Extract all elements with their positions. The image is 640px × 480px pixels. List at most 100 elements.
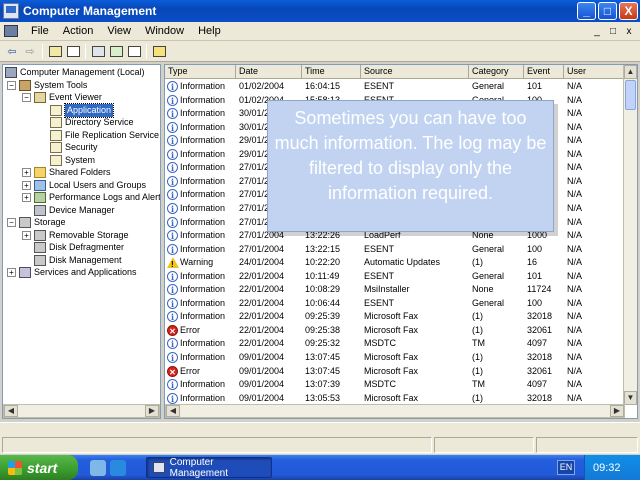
scroll-up-icon[interactable]: ▲ (624, 65, 637, 79)
start-button[interactable]: start (0, 455, 78, 480)
table-row[interactable]: i Information 22/01/2004 10:06:44 ESENT Gener… (165, 297, 625, 311)
show-hide-tree-icon[interactable] (64, 43, 82, 60)
properties-icon[interactable] (89, 43, 107, 60)
cell-type: Information (180, 94, 226, 105)
tree-item-application[interactable]: Application (50, 102, 115, 118)
services-icon (19, 267, 31, 278)
scroll-left-icon[interactable]: ◀ (166, 405, 180, 417)
language-indicator[interactable]: EN (557, 460, 575, 475)
console-tree[interactable]: Computer Management (Local) − System Too… (2, 64, 161, 419)
clock[interactable]: 09:32 (593, 462, 621, 474)
tree-item-directory-service[interactable]: Directory Service (50, 116, 134, 129)
expand-toggle[interactable]: + (7, 268, 16, 277)
table-row[interactable]: i Information 09/01/2004 13:07:39 MSDTC TM 409… (165, 378, 625, 392)
export-list-icon[interactable] (125, 43, 143, 60)
cell-user: N/A (567, 270, 583, 281)
up-folder-icon[interactable] (46, 43, 64, 60)
list-vertical-scrollbar[interactable]: ▲ ▼ (623, 65, 637, 405)
table-row[interactable]: i Information 27/01/2004 13:22:15 ESENT Gener… (165, 243, 625, 257)
tree-item-storage[interactable]: − Storage (7, 216, 66, 229)
cell-user: N/A (567, 202, 583, 213)
close-button[interactable]: X (619, 2, 638, 20)
table-row[interactable]: i Information 09/01/2004 13:07:45 Microsoft … (165, 351, 625, 365)
tree-horizontal-scrollbar[interactable]: ◀ ▶ (3, 404, 160, 418)
back-arrow-icon[interactable]: ⇦ (3, 43, 21, 60)
tree-item-device-manager[interactable]: Device Manager (34, 204, 115, 217)
tree-item-local-users-and-groups[interactable]: + Local Users and Groups (22, 179, 146, 192)
tree-item-system-tools[interactable]: − System Tools (7, 79, 87, 92)
tree-item-disk-defragmenter[interactable]: Disk Defragmenter (34, 241, 124, 254)
tree-item-performance-logs[interactable]: + Performance Logs and Alerts (22, 191, 160, 204)
collapse-toggle[interactable]: − (7, 80, 16, 90)
child-minimize-button[interactable]: _ (590, 25, 604, 37)
menu-help[interactable]: Help (191, 25, 228, 37)
show-desktop-icon[interactable] (90, 459, 106, 476)
refresh-icon[interactable] (107, 43, 125, 60)
table-row[interactable]: ✕ Error 22/01/2004 09:25:38 Microsoft Fax (1)… (165, 324, 625, 338)
cell-type: Information (180, 270, 226, 281)
cell-date: 09/01/2004 (239, 392, 285, 403)
tree-item-computer-management[interactable]: Computer Management (Local) (5, 66, 145, 79)
tree-item-event-viewer[interactable]: − Event Viewer (22, 91, 102, 104)
tree-item-system[interactable]: System (50, 154, 95, 167)
help-icon[interactable] (150, 43, 168, 60)
cell-type: Information (180, 352, 226, 362)
expand-toggle[interactable]: + (22, 193, 31, 202)
list-horizontal-scrollbar[interactable]: ◀ ▶ (165, 404, 625, 418)
menu-view[interactable]: View (100, 25, 138, 37)
cell-event: 4097 (527, 338, 548, 349)
table-row[interactable]: i Information 22/01/2004 09:25:39 Microsoft … (165, 310, 625, 324)
scroll-left-icon[interactable]: ◀ (4, 405, 18, 417)
expand-toggle[interactable]: + (22, 230, 31, 240)
column-date[interactable]: Date (236, 65, 302, 79)
table-row[interactable]: i Information 22/01/2004 09:25:32 MSDTC TM 409… (165, 337, 625, 351)
table-row[interactable]: i Information 22/01/2004 10:08:29 MsiInstall… (165, 283, 625, 297)
column-type[interactable]: Type (165, 65, 236, 79)
warning-icon: ! (167, 257, 179, 269)
column-category[interactable]: Category (469, 65, 524, 79)
tree-item-services-and-applications[interactable]: + Services and Applications (7, 266, 137, 279)
cell-type: Information (180, 297, 226, 308)
console-icon[interactable] (4, 25, 18, 37)
tree-item-shared-folders[interactable]: + Shared Folders (22, 166, 111, 179)
information-icon: i (167, 216, 178, 228)
maximize-button[interactable]: □ (598, 2, 617, 20)
minimize-button[interactable]: _ (577, 2, 596, 20)
scroll-right-icon[interactable]: ▶ (145, 405, 159, 417)
column-source[interactable]: Source (361, 65, 469, 79)
column-event[interactable]: Event (524, 65, 564, 79)
menu-action[interactable]: Action (56, 25, 101, 37)
tree-item-removable-storage[interactable]: + Removable Storage (22, 229, 129, 242)
menu-file[interactable]: File (24, 25, 56, 37)
cell-user: N/A (567, 189, 583, 200)
menu-window[interactable]: Window (138, 25, 191, 37)
forward-arrow-icon[interactable]: ⇨ (21, 43, 39, 60)
taskbar-button-computer-management[interactable]: Computer Management (146, 457, 272, 479)
tree-item-file-replication-service[interactable]: File Replication Service (50, 129, 159, 142)
scroll-down-icon[interactable]: ▼ (624, 391, 637, 405)
expand-toggle[interactable]: + (22, 168, 31, 177)
collapse-toggle[interactable]: − (7, 218, 16, 227)
cell-type: Error (180, 324, 200, 335)
cell-type: Information (180, 311, 226, 322)
column-user[interactable]: User (564, 65, 625, 79)
scroll-thumb[interactable] (625, 80, 636, 110)
table-row[interactable]: i Information 22/01/2004 10:11:49 ESENT Gener… (165, 270, 625, 284)
child-restore-button[interactable]: □ (606, 25, 620, 37)
tree-item-disk-management[interactable]: Disk Management (34, 254, 122, 267)
column-time[interactable]: Time (302, 65, 361, 79)
scroll-right-icon[interactable]: ▶ (610, 405, 624, 417)
cell-source: MSDTC (364, 338, 396, 349)
table-row[interactable]: ✕ Error 09/01/2004 13:07:45 Microsoft Fax (1)… (165, 365, 625, 379)
collapse-toggle[interactable]: − (22, 93, 31, 102)
cell-type: Information (180, 202, 226, 213)
cell-source: ESENT (364, 270, 395, 281)
table-row[interactable]: i Information 01/02/2004 16:04:15 ESENT Gener… (165, 80, 625, 94)
cell-user: N/A (567, 121, 583, 132)
child-close-button[interactable]: x (622, 25, 636, 37)
internet-explorer-icon[interactable] (110, 459, 126, 476)
tree-item-security[interactable]: Security (50, 141, 98, 154)
table-row[interactable]: i Information 09/01/2004 13:05:53 Microsoft … (165, 392, 625, 405)
table-row[interactable]: ! Warning 24/01/2004 10:22:20 Automatic Upda… (165, 256, 625, 270)
expand-toggle[interactable]: + (22, 180, 31, 190)
